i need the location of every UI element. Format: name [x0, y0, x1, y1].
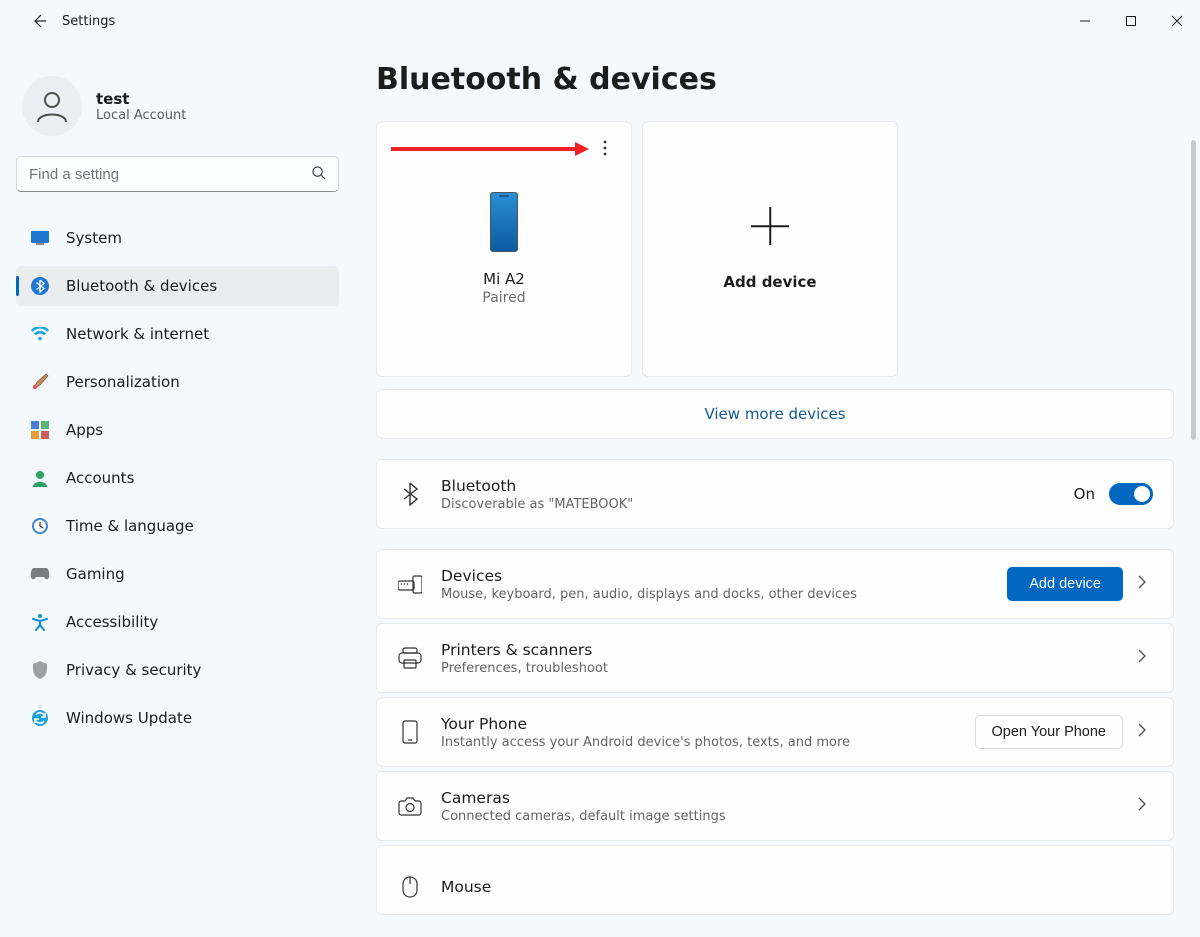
- nav-item-privacy[interactable]: Privacy & security: [16, 650, 339, 690]
- device-more-button[interactable]: [591, 134, 619, 162]
- more-vertical-icon: [598, 139, 612, 157]
- nav-label: Bluetooth & devices: [66, 277, 217, 295]
- nav-label: Privacy & security: [66, 661, 201, 679]
- phone-icon: [490, 192, 518, 252]
- nav-label: Personalization: [66, 373, 180, 391]
- devices-card[interactable]: Devices Mouse, keyboard, pen, audio, dis…: [376, 549, 1174, 619]
- devices-title: Devices: [441, 567, 989, 585]
- device-tile[interactable]: Mi A2 Paired: [376, 121, 632, 377]
- chevron-right-icon: [1137, 797, 1153, 815]
- avatar: [22, 76, 82, 136]
- nav-item-system[interactable]: System: [16, 218, 339, 258]
- view-more-devices-button[interactable]: View more devices: [376, 389, 1174, 439]
- bluetooth-card: Bluetooth Discoverable as "MATEBOOK" On: [376, 459, 1174, 529]
- nav-item-apps[interactable]: Apps: [16, 410, 339, 450]
- phone-title: Your Phone: [441, 715, 957, 733]
- search-box[interactable]: [16, 156, 339, 192]
- mouse-title: Mouse: [441, 878, 1153, 896]
- phone-card[interactable]: Your Phone Instantly access your Android…: [376, 697, 1174, 767]
- nav-item-bluetooth[interactable]: Bluetooth & devices: [16, 266, 339, 306]
- mouse-card[interactable]: Mouse: [376, 845, 1174, 915]
- shield-icon: [30, 660, 50, 680]
- nav-item-network[interactable]: Network & internet: [16, 314, 339, 354]
- devices-icon: [397, 574, 423, 594]
- cameras-card[interactable]: Cameras Connected cameras, default image…: [376, 771, 1174, 841]
- nav-label: Windows Update: [66, 709, 192, 727]
- accessibility-icon: [30, 612, 50, 632]
- view-more-label: View more devices: [704, 405, 845, 423]
- main-content: Bluetooth & devices Mi A2 Paired Add dev…: [376, 62, 1182, 937]
- maximize-button[interactable]: [1108, 0, 1154, 42]
- nav-item-update[interactable]: Windows Update: [16, 698, 339, 738]
- bluetooth-subtitle: Discoverable as "MATEBOOK": [441, 497, 1056, 512]
- nav-label: Time & language: [66, 517, 194, 535]
- profile-block[interactable]: test Local Account: [16, 76, 339, 136]
- wifi-icon: [30, 324, 50, 344]
- camera-icon: [397, 796, 423, 816]
- devices-subtitle: Mouse, keyboard, pen, audio, displays an…: [441, 587, 989, 602]
- add-device-label: Add device: [723, 273, 816, 291]
- window-controls: [1062, 0, 1200, 42]
- cameras-subtitle: Connected cameras, default image setting…: [441, 809, 1119, 824]
- printers-card[interactable]: Printers & scanners Preferences, trouble…: [376, 623, 1174, 693]
- search-input[interactable]: [29, 166, 311, 183]
- plus-icon: [751, 207, 789, 245]
- open-phone-button[interactable]: Open Your Phone: [975, 715, 1124, 749]
- search-icon: [311, 165, 326, 184]
- annotation-arrow: [391, 142, 589, 156]
- mouse-icon: [397, 876, 423, 898]
- add-device-tile[interactable]: Add device: [642, 121, 898, 377]
- printers-title: Printers & scanners: [441, 641, 1119, 659]
- apps-icon: [30, 420, 50, 440]
- window-title: Settings: [62, 14, 115, 29]
- nav: System Bluetooth & devices Network & int…: [16, 218, 339, 744]
- bluetooth-outline-icon: [397, 482, 423, 506]
- minimize-button[interactable]: [1062, 0, 1108, 42]
- bluetooth-toggle[interactable]: [1109, 483, 1153, 505]
- gaming-icon: [30, 564, 50, 584]
- nav-label: Accounts: [66, 469, 134, 487]
- accounts-icon: [30, 468, 50, 488]
- device-cards: Mi A2 Paired Add device: [376, 121, 1174, 377]
- phone-outline-icon: [397, 720, 423, 744]
- device-name: Mi A2: [483, 270, 525, 288]
- page-title: Bluetooth & devices: [376, 62, 1174, 97]
- nav-label: System: [66, 229, 122, 247]
- nav-label: Apps: [66, 421, 103, 439]
- system-icon: [30, 228, 50, 248]
- nav-item-personalization[interactable]: Personalization: [16, 362, 339, 402]
- profile-subtitle: Local Account: [96, 108, 186, 123]
- nav-item-accessibility[interactable]: Accessibility: [16, 602, 339, 642]
- bluetooth-icon: [30, 276, 50, 296]
- titlebar: Settings: [0, 0, 1200, 42]
- nav-label: Accessibility: [66, 613, 158, 631]
- back-button[interactable]: [20, 2, 58, 40]
- add-device-button[interactable]: Add device: [1007, 567, 1123, 601]
- brush-icon: [30, 372, 50, 392]
- chevron-right-icon: [1137, 575, 1153, 593]
- printers-subtitle: Preferences, troubleshoot: [441, 661, 1119, 676]
- nav-item-gaming[interactable]: Gaming: [16, 554, 339, 594]
- nav-label: Gaming: [66, 565, 125, 583]
- sidebar: test Local Account System Bluetooth & de…: [0, 60, 355, 744]
- device-status: Paired: [482, 290, 525, 306]
- update-icon: [30, 708, 50, 728]
- nav-item-accounts[interactable]: Accounts: [16, 458, 339, 498]
- phone-subtitle: Instantly access your Android device's p…: [441, 735, 957, 750]
- bluetooth-title: Bluetooth: [441, 477, 1056, 495]
- clock-icon: [30, 516, 50, 536]
- bluetooth-state-label: On: [1074, 485, 1095, 503]
- nav-label: Network & internet: [66, 325, 209, 343]
- printer-icon: [397, 647, 423, 669]
- scrollbar-thumb[interactable]: [1191, 140, 1196, 440]
- cameras-title: Cameras: [441, 789, 1119, 807]
- profile-name: test: [96, 90, 186, 108]
- chevron-right-icon: [1137, 723, 1153, 741]
- close-button[interactable]: [1154, 0, 1200, 42]
- nav-item-time[interactable]: Time & language: [16, 506, 339, 546]
- chevron-right-icon: [1137, 649, 1153, 667]
